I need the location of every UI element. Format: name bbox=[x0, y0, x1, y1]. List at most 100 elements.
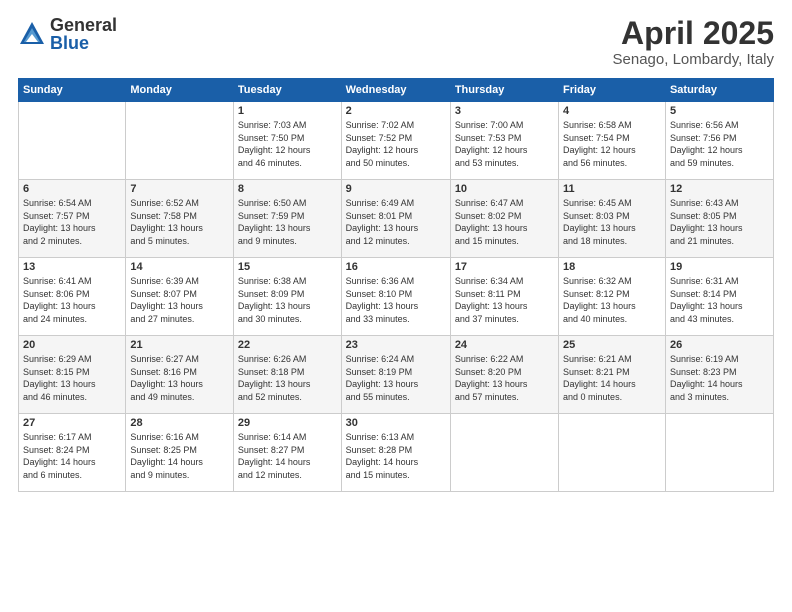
calendar-week-row: 6 Sunrise: 6:54 AM Sunset: 7:57 PM Daylig… bbox=[19, 180, 774, 258]
calendar-cell: 12 Sunrise: 6:43 AM Sunset: 8:05 PM Dayli… bbox=[665, 180, 773, 258]
day-info: Sunrise: 6:19 AM Sunset: 8:23 PM Dayligh… bbox=[670, 353, 769, 403]
day-number: 23 bbox=[346, 339, 446, 351]
day-info: Sunrise: 6:32 AM Sunset: 8:12 PM Dayligh… bbox=[563, 275, 661, 325]
calendar-header-thursday: Thursday bbox=[450, 79, 558, 102]
day-info: Sunrise: 6:49 AM Sunset: 8:01 PM Dayligh… bbox=[346, 197, 446, 247]
day-info: Sunrise: 6:34 AM Sunset: 8:11 PM Dayligh… bbox=[455, 275, 554, 325]
day-number: 15 bbox=[238, 261, 337, 273]
day-info: Sunrise: 6:52 AM Sunset: 7:58 PM Dayligh… bbox=[130, 197, 229, 247]
calendar-cell: 22 Sunrise: 6:26 AM Sunset: 8:18 PM Dayli… bbox=[233, 336, 341, 414]
day-number: 13 bbox=[23, 261, 121, 273]
day-info: Sunrise: 6:43 AM Sunset: 8:05 PM Dayligh… bbox=[670, 197, 769, 247]
day-info: Sunrise: 6:17 AM Sunset: 8:24 PM Dayligh… bbox=[23, 431, 121, 481]
calendar-week-row: 1 Sunrise: 7:03 AM Sunset: 7:50 PM Daylig… bbox=[19, 102, 774, 180]
day-info: Sunrise: 6:41 AM Sunset: 8:06 PM Dayligh… bbox=[23, 275, 121, 325]
day-info: Sunrise: 6:29 AM Sunset: 8:15 PM Dayligh… bbox=[23, 353, 121, 403]
calendar-cell: 9 Sunrise: 6:49 AM Sunset: 8:01 PM Daylig… bbox=[341, 180, 450, 258]
calendar-cell: 8Sunrise: 6:50 AM Sunset: 7:59 PM Daylig… bbox=[233, 180, 341, 258]
day-number: 26 bbox=[670, 339, 769, 351]
page: General Blue April 2025 Senago, Lombardy… bbox=[0, 0, 792, 612]
calendar-cell: 23 Sunrise: 6:24 AM Sunset: 8:19 PM Dayli… bbox=[341, 336, 450, 414]
day-info: Sunrise: 6:13 AM Sunset: 8:28 PM Dayligh… bbox=[346, 431, 446, 481]
day-number: 12 bbox=[670, 183, 769, 195]
calendar-cell: 1 Sunrise: 7:03 AM Sunset: 7:50 PM Daylig… bbox=[233, 102, 341, 180]
calendar-cell bbox=[665, 414, 773, 492]
day-info: Sunrise: 6:58 AM Sunset: 7:54 PM Dayligh… bbox=[563, 119, 661, 169]
calendar-cell: 15 Sunrise: 6:38 AM Sunset: 8:09 PM Dayli… bbox=[233, 258, 341, 336]
day-number: 24 bbox=[455, 339, 554, 351]
day-info: Sunrise: 7:00 AM Sunset: 7:53 PM Dayligh… bbox=[455, 119, 554, 169]
calendar-cell: 24 Sunrise: 6:22 AM Sunset: 8:20 PM Dayli… bbox=[450, 336, 558, 414]
day-info: Sunrise: 6:45 AM Sunset: 8:03 PM Dayligh… bbox=[563, 197, 661, 247]
day-number: 11 bbox=[563, 183, 661, 195]
calendar-cell: 2 Sunrise: 7:02 AM Sunset: 7:52 PM Daylig… bbox=[341, 102, 450, 180]
day-number: 20 bbox=[23, 339, 121, 351]
logo-general: General bbox=[50, 16, 117, 34]
day-number: 1 bbox=[238, 105, 337, 117]
calendar-cell: 3 Sunrise: 7:00 AM Sunset: 7:53 PM Daylig… bbox=[450, 102, 558, 180]
day-info: Sunrise: 6:21 AM Sunset: 8:21 PM Dayligh… bbox=[563, 353, 661, 403]
calendar-cell: 13 Sunrise: 6:41 AM Sunset: 8:06 PM Dayli… bbox=[19, 258, 126, 336]
calendar-cell: 10Sunrise: 6:47 AM Sunset: 8:02 PM Dayli… bbox=[450, 180, 558, 258]
calendar-cell: 30Sunrise: 6:13 AM Sunset: 8:28 PM Dayli… bbox=[341, 414, 450, 492]
calendar-cell: 5 Sunrise: 6:56 AM Sunset: 7:56 PM Daylig… bbox=[665, 102, 773, 180]
calendar-header-saturday: Saturday bbox=[665, 79, 773, 102]
calendar-cell: 21 Sunrise: 6:27 AM Sunset: 8:16 PM Dayli… bbox=[126, 336, 234, 414]
calendar-cell: 6 Sunrise: 6:54 AM Sunset: 7:57 PM Daylig… bbox=[19, 180, 126, 258]
day-number: 3 bbox=[455, 105, 554, 117]
logo-blue: Blue bbox=[50, 34, 117, 52]
calendar-header-wednesday: Wednesday bbox=[341, 79, 450, 102]
title-block: April 2025 Senago, Lombardy, Italy bbox=[613, 16, 774, 68]
calendar-week-row: 27 Sunrise: 6:17 AM Sunset: 8:24 PM Dayli… bbox=[19, 414, 774, 492]
day-number: 29 bbox=[238, 417, 337, 429]
day-info: Sunrise: 6:22 AM Sunset: 8:20 PM Dayligh… bbox=[455, 353, 554, 403]
calendar-cell bbox=[126, 102, 234, 180]
calendar-cell bbox=[450, 414, 558, 492]
day-info: Sunrise: 6:27 AM Sunset: 8:16 PM Dayligh… bbox=[130, 353, 229, 403]
day-info: Sunrise: 6:56 AM Sunset: 7:56 PM Dayligh… bbox=[670, 119, 769, 169]
logo-text: General Blue bbox=[50, 16, 117, 52]
day-info: Sunrise: 6:26 AM Sunset: 8:18 PM Dayligh… bbox=[238, 353, 337, 403]
day-number: 22 bbox=[238, 339, 337, 351]
calendar-cell: 17Sunrise: 6:34 AM Sunset: 8:11 PM Dayli… bbox=[450, 258, 558, 336]
logo-icon bbox=[18, 20, 46, 48]
calendar-cell bbox=[559, 414, 666, 492]
day-number: 10 bbox=[455, 183, 554, 195]
calendar-cell: 20 Sunrise: 6:29 AM Sunset: 8:15 PM Dayli… bbox=[19, 336, 126, 414]
calendar-cell: 28Sunrise: 6:16 AM Sunset: 8:25 PM Dayli… bbox=[126, 414, 234, 492]
day-number: 19 bbox=[670, 261, 769, 273]
calendar-cell: 29Sunrise: 6:14 AM Sunset: 8:27 PM Dayli… bbox=[233, 414, 341, 492]
day-info: Sunrise: 6:36 AM Sunset: 8:10 PM Dayligh… bbox=[346, 275, 446, 325]
calendar-cell: 11 Sunrise: 6:45 AM Sunset: 8:03 PM Dayli… bbox=[559, 180, 666, 258]
day-info: Sunrise: 6:39 AM Sunset: 8:07 PM Dayligh… bbox=[130, 275, 229, 325]
day-info: Sunrise: 6:54 AM Sunset: 7:57 PM Dayligh… bbox=[23, 197, 121, 247]
day-info: Sunrise: 6:16 AM Sunset: 8:25 PM Dayligh… bbox=[130, 431, 229, 481]
day-number: 9 bbox=[346, 183, 446, 195]
day-number: 5 bbox=[670, 105, 769, 117]
month-title: April 2025 bbox=[613, 16, 774, 51]
day-info: Sunrise: 6:38 AM Sunset: 8:09 PM Dayligh… bbox=[238, 275, 337, 325]
day-info: Sunrise: 6:31 AM Sunset: 8:14 PM Dayligh… bbox=[670, 275, 769, 325]
header: General Blue April 2025 Senago, Lombardy… bbox=[18, 16, 774, 68]
day-info: Sunrise: 6:24 AM Sunset: 8:19 PM Dayligh… bbox=[346, 353, 446, 403]
calendar-cell: 19 Sunrise: 6:31 AM Sunset: 8:14 PM Dayli… bbox=[665, 258, 773, 336]
day-info: Sunrise: 7:03 AM Sunset: 7:50 PM Dayligh… bbox=[238, 119, 337, 169]
calendar-header-sunday: Sunday bbox=[19, 79, 126, 102]
day-number: 8 bbox=[238, 183, 337, 195]
day-number: 2 bbox=[346, 105, 446, 117]
calendar-cell: 18 Sunrise: 6:32 AM Sunset: 8:12 PM Dayli… bbox=[559, 258, 666, 336]
day-number: 6 bbox=[23, 183, 121, 195]
day-info: Sunrise: 7:02 AM Sunset: 7:52 PM Dayligh… bbox=[346, 119, 446, 169]
calendar-cell: 25Sunrise: 6:21 AM Sunset: 8:21 PM Dayli… bbox=[559, 336, 666, 414]
calendar-cell bbox=[19, 102, 126, 180]
calendar-header-friday: Friday bbox=[559, 79, 666, 102]
day-number: 27 bbox=[23, 417, 121, 429]
calendar-week-row: 20 Sunrise: 6:29 AM Sunset: 8:15 PM Dayli… bbox=[19, 336, 774, 414]
calendar-cell: 16 Sunrise: 6:36 AM Sunset: 8:10 PM Dayli… bbox=[341, 258, 450, 336]
day-number: 21 bbox=[130, 339, 229, 351]
logo: General Blue bbox=[18, 16, 117, 52]
calendar-header-row: SundayMondayTuesdayWednesdayThursdayFrid… bbox=[19, 79, 774, 102]
day-number: 16 bbox=[346, 261, 446, 273]
day-number: 7 bbox=[130, 183, 229, 195]
day-number: 18 bbox=[563, 261, 661, 273]
